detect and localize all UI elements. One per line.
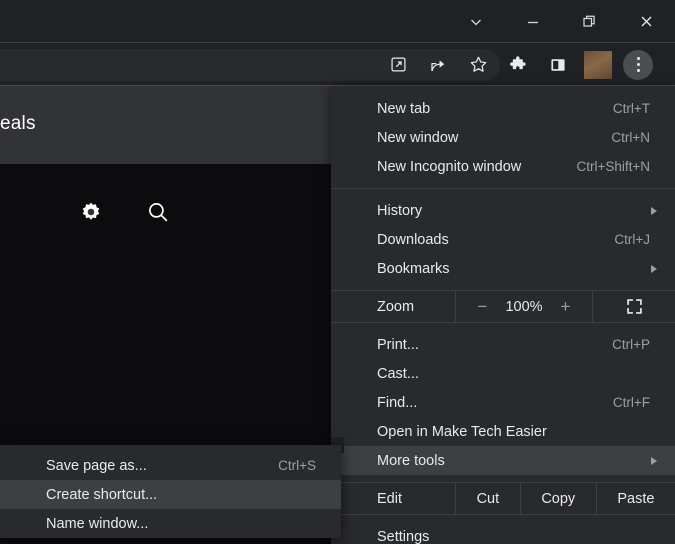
menu-item-downloads[interactable]: Downloads Ctrl+J: [331, 225, 675, 254]
site-header: eals: [0, 86, 331, 164]
submenu-item-name-window[interactable]: Name window...: [0, 509, 341, 538]
menu-item-label: New window: [377, 130, 611, 146]
profile-avatar[interactable]: [578, 43, 618, 86]
chrome-main-menu: New tab Ctrl+T New window Ctrl+N New Inc…: [331, 86, 675, 544]
zoom-label: Zoom: [331, 291, 455, 322]
menu-item-label: Open in Make Tech Easier: [377, 424, 659, 440]
menu-item-new-tab[interactable]: New tab Ctrl+T: [331, 94, 675, 123]
three-dot-menu-icon[interactable]: [618, 43, 658, 86]
menu-item-shortcut: Ctrl+P: [612, 337, 659, 352]
share-icon[interactable]: [418, 43, 458, 86]
menu-zoom-row: Zoom − 100% +: [331, 290, 675, 323]
submenu-item-label: Create shortcut...: [46, 487, 325, 503]
edit-label: Edit: [331, 483, 455, 514]
side-panel-icon[interactable]: [538, 43, 578, 86]
menu-item-shortcut: Ctrl+Shift+N: [576, 159, 659, 174]
menu-item-find[interactable]: Find... Ctrl+F: [331, 388, 675, 417]
window-title-bar: [0, 0, 675, 43]
restore-icon[interactable]: [561, 0, 618, 43]
menu-item-settings[interactable]: Settings: [331, 522, 675, 544]
menu-item-label: Find...: [377, 395, 613, 411]
open-in-new-icon[interactable]: [378, 43, 418, 86]
edit-copy-button[interactable]: Copy: [520, 483, 596, 514]
page-title: eals: [0, 113, 36, 135]
submenu-item-shortcut: Ctrl+S: [278, 458, 325, 473]
window-controls: [447, 0, 675, 43]
menu-item-cast[interactable]: Cast...: [331, 359, 675, 388]
menu-item-label: Bookmarks: [377, 261, 659, 277]
menu-item-bookmarks[interactable]: Bookmarks: [331, 254, 675, 283]
more-tools-submenu: Save page as... Ctrl+S Create shortcut..…: [0, 445, 341, 538]
zoom-level-value: 100%: [505, 299, 542, 315]
menu-separator: [331, 188, 675, 189]
menu-item-history[interactable]: History: [331, 196, 675, 225]
menu-item-new-window[interactable]: New window Ctrl+N: [331, 123, 675, 152]
submenu-item-create-shortcut[interactable]: Create shortcut...: [0, 480, 341, 509]
menu-item-new-incognito-window[interactable]: New Incognito window Ctrl+Shift+N: [331, 152, 675, 181]
submenu-item-label: Save page as...: [46, 458, 278, 474]
menu-item-more-tools[interactable]: More tools: [331, 446, 675, 475]
menu-item-label: History: [377, 203, 659, 219]
menu-item-label: New tab: [377, 101, 613, 117]
menu-item-shortcut: Ctrl+F: [613, 395, 659, 410]
edit-cut-button[interactable]: Cut: [455, 483, 520, 514]
menu-item-label: Print...: [377, 337, 612, 353]
menu-item-shortcut: Ctrl+J: [614, 232, 659, 247]
submenu-item-label: Name window...: [46, 516, 325, 532]
browser-window: eals New tab Ctrl+T New w: [0, 0, 675, 544]
fullscreen-icon[interactable]: [593, 291, 675, 322]
menu-item-label: New Incognito window: [377, 159, 576, 175]
toolbar-icon-group: [378, 43, 658, 86]
brightness-gear-icon[interactable]: [80, 201, 102, 223]
menu-edit-row: Edit Cut Copy Paste: [331, 482, 675, 515]
menu-item-open-in-app[interactable]: Open in Make Tech Easier: [331, 417, 675, 446]
browser-toolbar: [0, 43, 675, 86]
chevron-down-icon[interactable]: [447, 0, 504, 43]
menu-item-label: More tools: [377, 453, 659, 469]
menu-item-shortcut: Ctrl+N: [611, 130, 659, 145]
menu-item-print[interactable]: Print... Ctrl+P: [331, 330, 675, 359]
submenu-item-save-page-as[interactable]: Save page as... Ctrl+S: [0, 451, 341, 480]
zoom-controls: − 100% +: [455, 291, 593, 322]
menu-item-label: Downloads: [377, 232, 614, 248]
close-icon[interactable]: [618, 0, 675, 43]
submenu-arrow-icon: [651, 457, 657, 465]
bookmark-star-icon[interactable]: [458, 43, 498, 86]
menu-item-shortcut: Ctrl+T: [613, 101, 659, 116]
extensions-puzzle-icon[interactable]: [498, 43, 538, 86]
edit-paste-button[interactable]: Paste: [596, 483, 675, 514]
submenu-arrow-icon: [651, 265, 657, 273]
zoom-out-button[interactable]: −: [478, 298, 488, 315]
search-icon[interactable]: [146, 200, 170, 224]
menu-item-label: Cast...: [377, 366, 659, 382]
minimize-icon[interactable]: [504, 0, 561, 43]
zoom-in-button[interactable]: +: [561, 298, 571, 315]
menu-item-label: Settings: [377, 529, 659, 544]
submenu-arrow-icon: [651, 207, 657, 215]
